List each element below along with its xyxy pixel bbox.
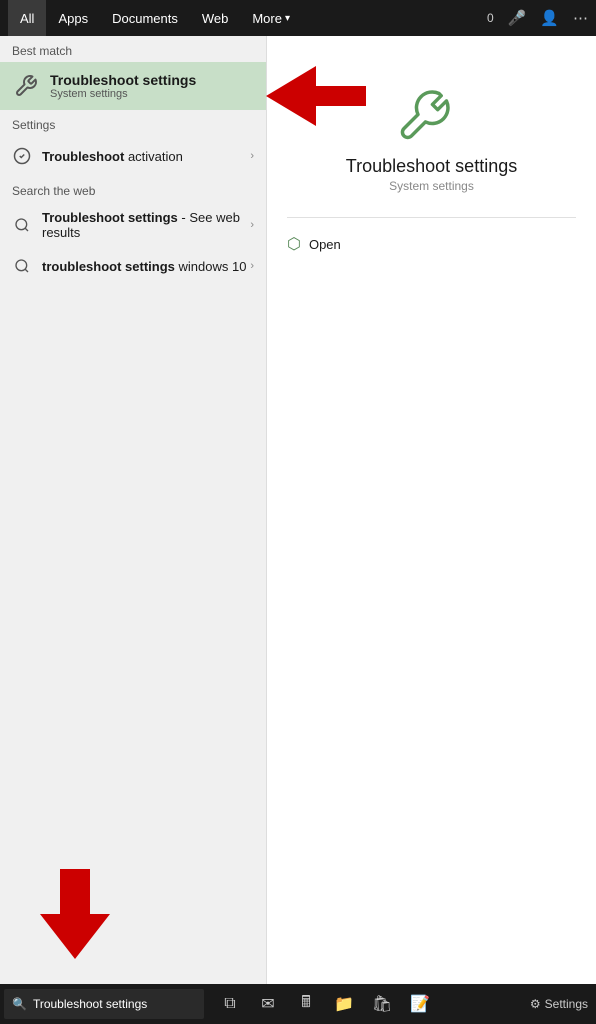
nav-right-icons: 0 🎤 👤 ⋯: [487, 9, 588, 27]
taskbar-search-icon: 🔍: [12, 997, 27, 1011]
chevron-right-icon: ›: [250, 150, 254, 162]
divider: [287, 217, 576, 218]
search-icon-1: [12, 256, 32, 276]
gear-icon: ⚙: [530, 997, 541, 1011]
open-item[interactable]: ⬡ Open: [287, 232, 576, 256]
web-item-1[interactable]: troubleshoot settings windows 10 ›: [0, 248, 266, 284]
sticky-notes-icon[interactable]: 📝: [402, 986, 438, 1022]
nav-tab-web[interactable]: Web: [190, 0, 241, 36]
open-icon: ⬡: [287, 234, 301, 254]
web-item-label-0: Troubleshoot settings - See web results: [42, 210, 250, 240]
best-match-label: Best match: [0, 36, 266, 62]
user-icon[interactable]: 👤: [540, 9, 559, 27]
settings-label: Settings: [545, 997, 588, 1011]
settings-section-label: Settings: [0, 110, 266, 136]
right-subtitle: System settings: [389, 179, 474, 193]
large-wrench-icon: [397, 76, 467, 146]
store-icon[interactable]: 🛍: [364, 986, 400, 1022]
taskbar: 🔍 Troubleshoot settings ⧉ ✉ 🖩 📁 🛍 📝 ⚙ Se…: [0, 984, 596, 1024]
taskbar-search-text: Troubleshoot settings: [33, 997, 147, 1011]
mail-icon[interactable]: ✉: [250, 986, 286, 1022]
web-section-label: Search the web: [0, 176, 266, 202]
badge-count: 0: [487, 11, 494, 25]
microphone-icon[interactable]: 🎤: [508, 9, 527, 27]
best-match-subtitle: System settings: [50, 88, 196, 100]
nav-tab-apps[interactable]: Apps: [46, 0, 100, 36]
nav-tab-more[interactable]: More ▾: [240, 0, 302, 36]
nav-tab-documents[interactable]: Documents: [100, 0, 190, 36]
calculator-icon[interactable]: 🖩: [288, 986, 324, 1022]
right-title: Troubleshoot settings: [346, 156, 517, 177]
folder-icon[interactable]: 📁: [326, 986, 362, 1022]
troubleshoot-activation-item[interactable]: Troubleshoot activation ›: [0, 136, 266, 176]
taskbar-icons: ⧉ ✉ 🖩 📁 🛍 📝: [212, 986, 438, 1022]
wrench-icon: [12, 72, 40, 100]
taskbar-settings-item[interactable]: ⚙ Settings: [530, 997, 588, 1011]
web-item-label-1: troubleshoot settings windows 10: [42, 259, 250, 274]
troubleshoot-activation-label: Troubleshoot activation: [42, 149, 250, 164]
main-container: Best match Troubleshoot settings System …: [0, 36, 596, 984]
search-icon-0: [12, 215, 32, 235]
taskbar-right: ⚙ Settings: [530, 997, 596, 1011]
nav-tabs: All Apps Documents Web More ▾: [8, 0, 487, 36]
right-icon-area: Troubleshoot settings System settings: [287, 56, 576, 203]
best-match-item[interactable]: Troubleshoot settings System settings: [0, 62, 266, 110]
best-match-text: Troubleshoot settings System settings: [50, 72, 196, 100]
circle-check-icon: [12, 146, 32, 166]
nav-tab-all[interactable]: All: [8, 0, 46, 36]
best-match-title: Troubleshoot settings: [50, 72, 196, 88]
left-panel: Best match Troubleshoot settings System …: [0, 36, 266, 984]
chevron-right-web-0: ›: [250, 219, 254, 231]
right-panel: Troubleshoot settings System settings ⬡ …: [266, 36, 596, 984]
chevron-right-web-1: ›: [250, 260, 254, 272]
task-view-icon[interactable]: ⧉: [212, 986, 248, 1022]
open-label: Open: [309, 237, 341, 252]
top-nav-bar: All Apps Documents Web More ▾ 0 🎤 👤 ⋯: [0, 0, 596, 36]
taskbar-search-bar[interactable]: 🔍 Troubleshoot settings: [4, 989, 204, 1019]
web-item-0[interactable]: Troubleshoot settings - See web results …: [0, 202, 266, 248]
more-options-icon[interactable]: ⋯: [573, 9, 588, 27]
